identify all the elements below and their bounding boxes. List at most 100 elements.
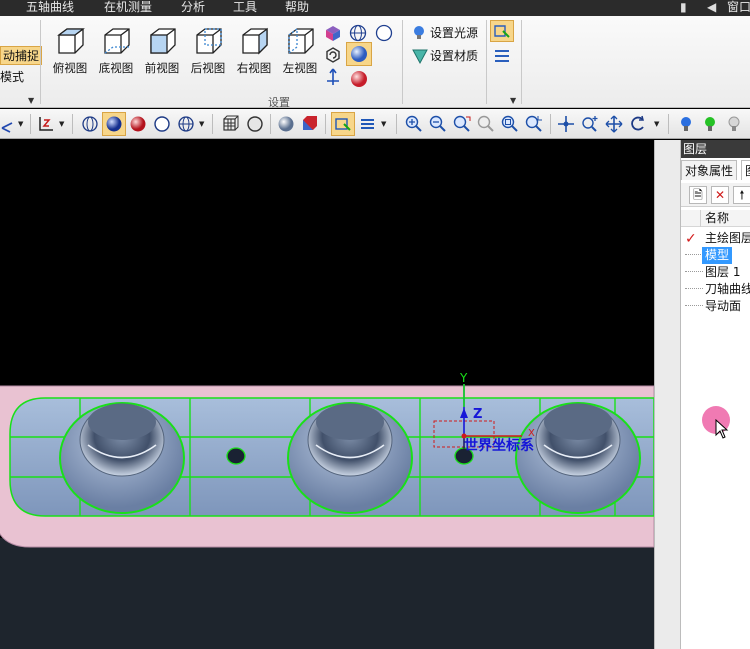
window-restore-icon[interactable]: ▮ [680, 0, 687, 16]
menu-analysis[interactable]: 分析 [181, 0, 205, 16]
dropdown-arrow-icon[interactable]: ▼ [59, 120, 64, 128]
bottom-view-icon [104, 28, 130, 54]
blue-light-icon[interactable] [676, 114, 696, 134]
red-sphere-icon[interactable] [349, 69, 369, 89]
menu-bar: 五轴曲线 在机测量 分析 工具 帮助 ▮ ◀ 窗口 [0, 0, 750, 16]
right-view-button[interactable]: 右视图 [234, 26, 274, 82]
mode-button[interactable]: 模式 [0, 68, 24, 85]
toolbar-separator [72, 114, 73, 134]
right-view-label: 右视图 [236, 61, 272, 75]
front-view-button[interactable]: 前视图 [142, 26, 182, 82]
wire-sphere-icon[interactable] [348, 23, 368, 43]
delete-layer-icon[interactable]: ✕ [711, 186, 729, 204]
wireframe-sphere-icon[interactable] [80, 114, 100, 134]
back-view-button[interactable]: 后视图 [188, 26, 228, 82]
rotate-view-icon[interactable] [323, 45, 343, 65]
tree-connector [685, 254, 703, 255]
zoom-out-icon[interactable] [428, 114, 448, 134]
world-coordinate-caption: 世界坐标系 [464, 437, 534, 454]
iso-view-icon[interactable] [323, 23, 343, 43]
layer-item[interactable]: 刀轴曲线 [705, 281, 750, 298]
set-material-button[interactable]: 设置材质 [430, 47, 478, 64]
top-view-label: 俯视图 [52, 61, 88, 75]
rotate-icon[interactable] [628, 114, 648, 134]
front-view-label: 前视图 [144, 61, 180, 75]
axis-view-icon[interactable] [323, 67, 343, 87]
tree-connector [685, 305, 703, 306]
dropdown-arrow-icon[interactable]: ▼ [18, 120, 23, 128]
zoom-all-icon[interactable] [500, 114, 520, 134]
new-layer-icon[interactable]: 🗎 [689, 186, 707, 204]
view-toolbar: ▼ ▼ ▼ ▼ ▼ [0, 109, 750, 139]
ribbon-separator [486, 20, 487, 104]
zoom-window-icon[interactable] [452, 114, 472, 134]
left-view-label: 左视图 [282, 61, 318, 75]
left-view-icon [288, 27, 314, 55]
ribbon: 动捕捉 模式 ▼ 俯视图 底视图 前视图 后视图 右视图 左视图 设置光源 设置… [0, 16, 750, 109]
graphics-viewport[interactable]: Y Z X 世界坐标系 [0, 140, 654, 649]
ribbon-separator [402, 20, 403, 104]
toolbar-separator [668, 114, 669, 134]
zoom-extents-icon[interactable] [524, 114, 544, 134]
back-view-label: 后视图 [190, 61, 226, 75]
left-view-button[interactable]: 左视图 [280, 26, 320, 82]
menu-tools[interactable]: 工具 [233, 0, 257, 16]
zoom-disabled-icon[interactable] [476, 114, 496, 134]
zoom-in-icon[interactable] [404, 114, 424, 134]
layer-column-header: 名称 [681, 210, 750, 227]
base-block [0, 538, 654, 649]
outline-sphere-icon[interactable] [152, 114, 172, 134]
layer-item[interactable]: 导动面 [705, 298, 741, 315]
counterbore-hole-1 [59, 402, 185, 514]
dropdown-arrow-icon[interactable]: ▼ [654, 120, 659, 128]
globe-icon[interactable] [176, 114, 196, 134]
window-menu-icon[interactable]: ◀ [707, 0, 716, 16]
pin-hole-1 [226, 447, 246, 465]
section-cube-icon[interactable] [300, 114, 320, 134]
dropdown-arrow-icon[interactable]: ▼ [381, 120, 386, 128]
toolbar-separator [325, 114, 326, 134]
mesh-cube-icon[interactable] [220, 114, 240, 134]
layer-panel: 图层 对象属性 图 🗎 ✕ 🠕 名称 ✓ 主绘图层 模型 图层 1 刀轴曲线 导… [680, 140, 750, 649]
layer-toolbar: 🗎 ✕ 🠕 [681, 183, 750, 207]
red-shaded-sphere-icon[interactable] [128, 114, 148, 134]
menu-help[interactable]: 帮助 [285, 0, 309, 16]
menu-five-axis-curve[interactable]: 五轴曲线 [26, 0, 74, 16]
group-expander-icon[interactable]: ▼ [28, 96, 34, 105]
bottom-view-button[interactable]: 底视图 [96, 26, 136, 82]
snap-toggle-button[interactable]: 动捕捉 [0, 46, 43, 65]
mouse-pointer-icon [715, 419, 729, 439]
top-view-button[interactable]: 俯视图 [50, 26, 90, 82]
layer-item-selected[interactable]: 模型 [702, 247, 733, 264]
shaded-sphere-icon [351, 46, 367, 62]
hidden-line-sphere-icon[interactable] [374, 23, 394, 43]
silhouette-sphere-icon[interactable] [245, 114, 265, 134]
green-light-icon[interactable] [700, 114, 720, 134]
layer-list-icon[interactable] [492, 46, 512, 66]
back-view-icon [196, 28, 222, 54]
panel-title: 图层 [681, 140, 750, 158]
axis-setup-icon[interactable] [36, 114, 56, 134]
tab-object-properties[interactable]: 对象属性 [681, 160, 738, 180]
menu-window[interactable]: 窗口 [727, 0, 750, 16]
layer-item[interactable]: 主绘图层 [705, 230, 750, 247]
zoom-pan-icon[interactable] [580, 114, 600, 134]
tab-layers[interactable]: 图 [741, 160, 750, 180]
front-view-icon [150, 28, 176, 54]
grey-light-icon[interactable] [724, 114, 744, 134]
menu-onmachine-measure[interactable]: 在机测量 [104, 0, 152, 16]
counterbore-hole-3 [515, 402, 641, 514]
active-layer-check-icon: ✓ [685, 231, 697, 247]
dropdown-arrow-icon[interactable]: ▼ [199, 120, 204, 128]
texture-sphere-icon[interactable] [276, 114, 296, 134]
pan-icon[interactable] [556, 114, 576, 134]
move-icon[interactable] [604, 114, 624, 134]
layer-stack-icon[interactable] [358, 114, 378, 134]
move-up-icon[interactable]: 🠕 [733, 186, 750, 204]
group-expander-icon[interactable]: ▼ [510, 96, 516, 105]
layer-item[interactable]: 图层 1 [705, 264, 740, 281]
coord-triad-icon[interactable] [0, 114, 20, 134]
toolbar-separator [270, 114, 271, 134]
viewport-scrollbar[interactable] [654, 140, 680, 649]
set-light-button[interactable]: 设置光源 [430, 24, 478, 41]
